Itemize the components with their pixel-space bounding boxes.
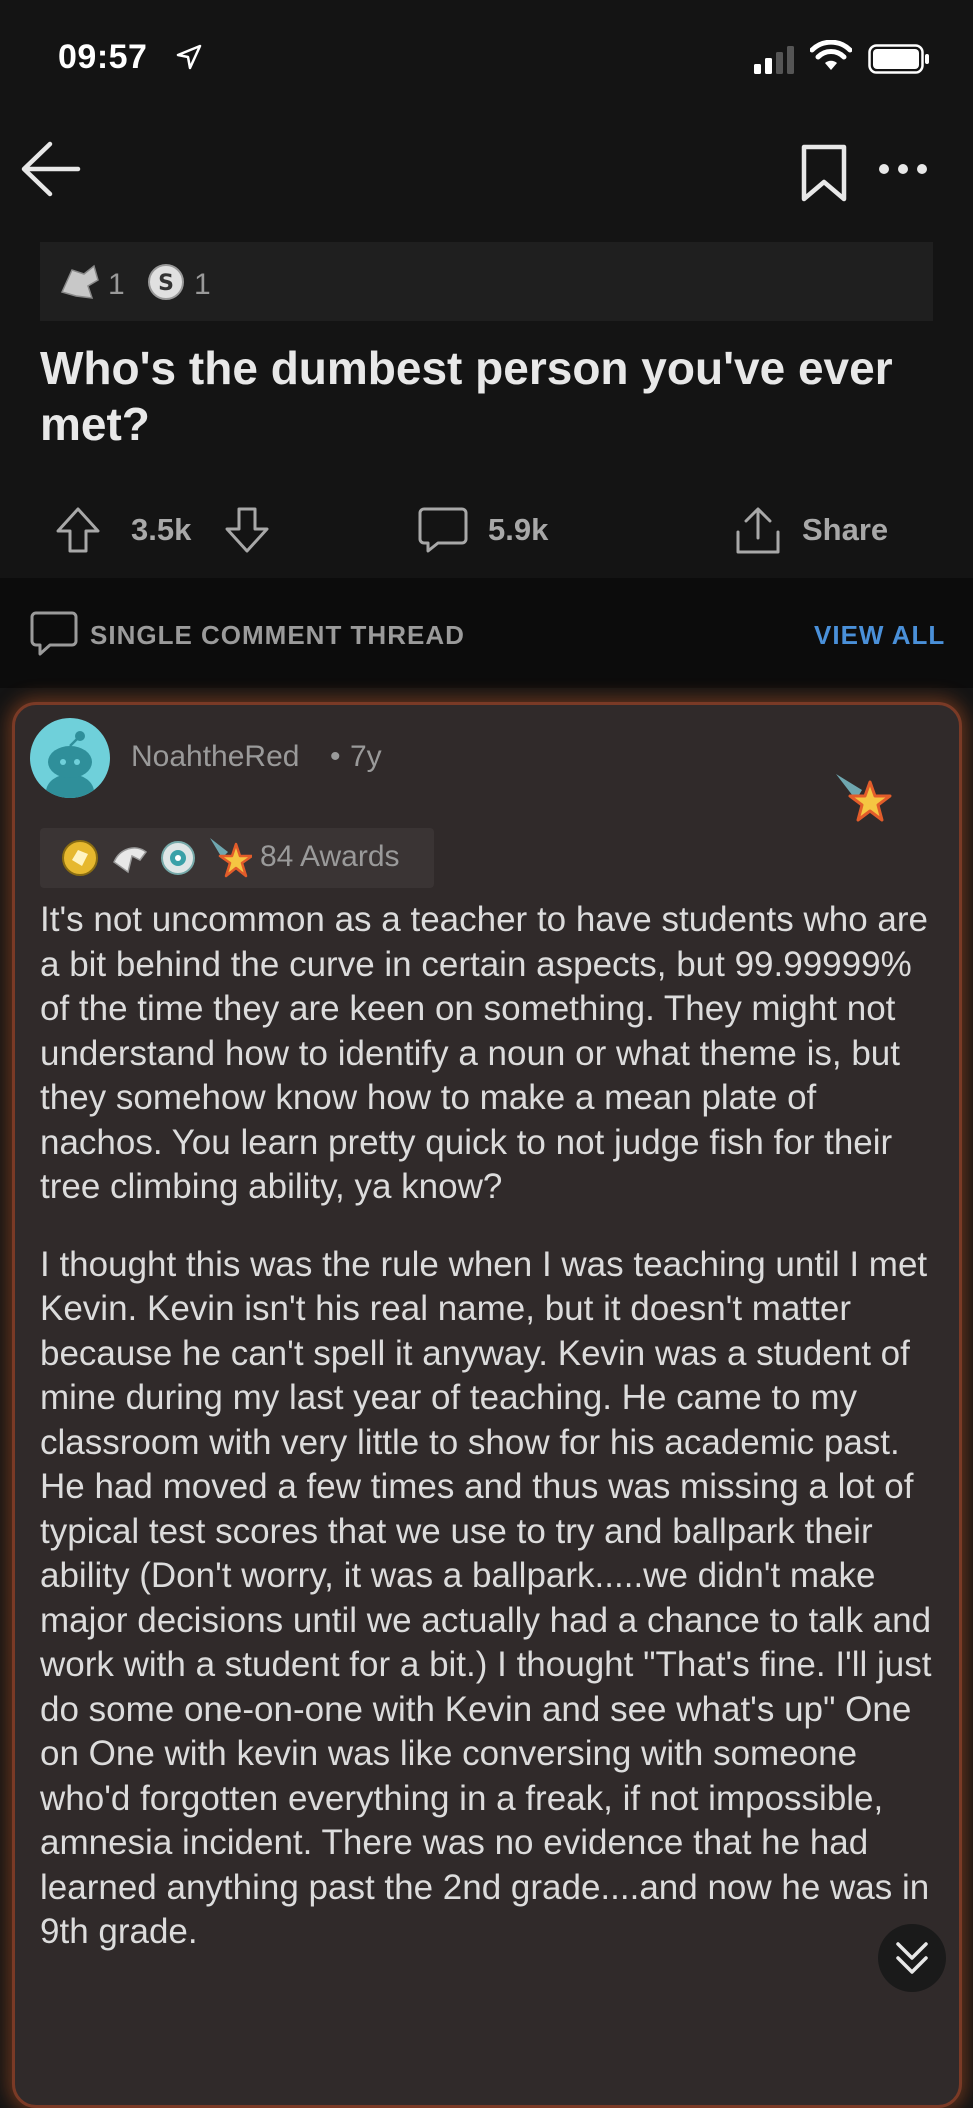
back-arrow-icon[interactable] [20,140,82,203]
cellular-signal-icon [754,46,798,79]
s-coin-award-icon: S [146,262,186,307]
vote-count: 3.5k [131,512,192,547]
comment-body: It's not uncommon as a teacher to have s… [40,898,945,1988]
share-label[interactable]: Share [802,512,888,548]
star-burst-award-icon [208,836,254,885]
wifi-icon [809,39,853,77]
awards-count-label[interactable]: 84 Awards [260,840,400,874]
hands-award-icon [110,838,150,883]
gold-medal-icon [58,836,102,885]
separator-dot: • [330,740,341,773]
shooting-star-award-icon [832,770,892,835]
status-time: 09:57 [58,38,148,76]
silver-award-count: 1 [108,268,125,301]
comment-paragraph: I thought this was the rule when I was t… [40,1244,932,1952]
silver-award-icon [58,262,100,307]
comment-paragraph: It's not uncommon as a teacher to have s… [40,900,929,1206]
view-all-button[interactable]: VIEW ALL [814,620,945,651]
bookmark-icon[interactable] [800,144,848,207]
svg-text:S: S [158,271,174,296]
location-arrow-icon [176,44,202,75]
helpful-award-icon [158,838,198,883]
post-title[interactable]: Who's the dumbest person you've ever met… [40,340,940,452]
scroll-down-button[interactable] [878,1924,946,1992]
thread-label: SINGLE COMMENT THREAD [90,620,465,650]
comment-username[interactable]: NoahtheRed [131,740,299,774]
post-awards-strip[interactable]: 1 S 1 [40,242,933,321]
downvote-icon[interactable] [224,506,270,559]
more-options-icon[interactable] [878,162,928,181]
comment-bubble-icon [30,610,78,663]
s-coin-award-count: 1 [194,268,211,301]
upvote-icon[interactable] [55,506,101,559]
battery-icon [868,44,930,79]
share-icon[interactable] [734,506,782,561]
comments-icon[interactable] [418,506,468,559]
comment-age: 7y [350,740,382,773]
comment-count[interactable]: 5.9k [488,512,548,548]
avatar[interactable] [30,718,110,798]
